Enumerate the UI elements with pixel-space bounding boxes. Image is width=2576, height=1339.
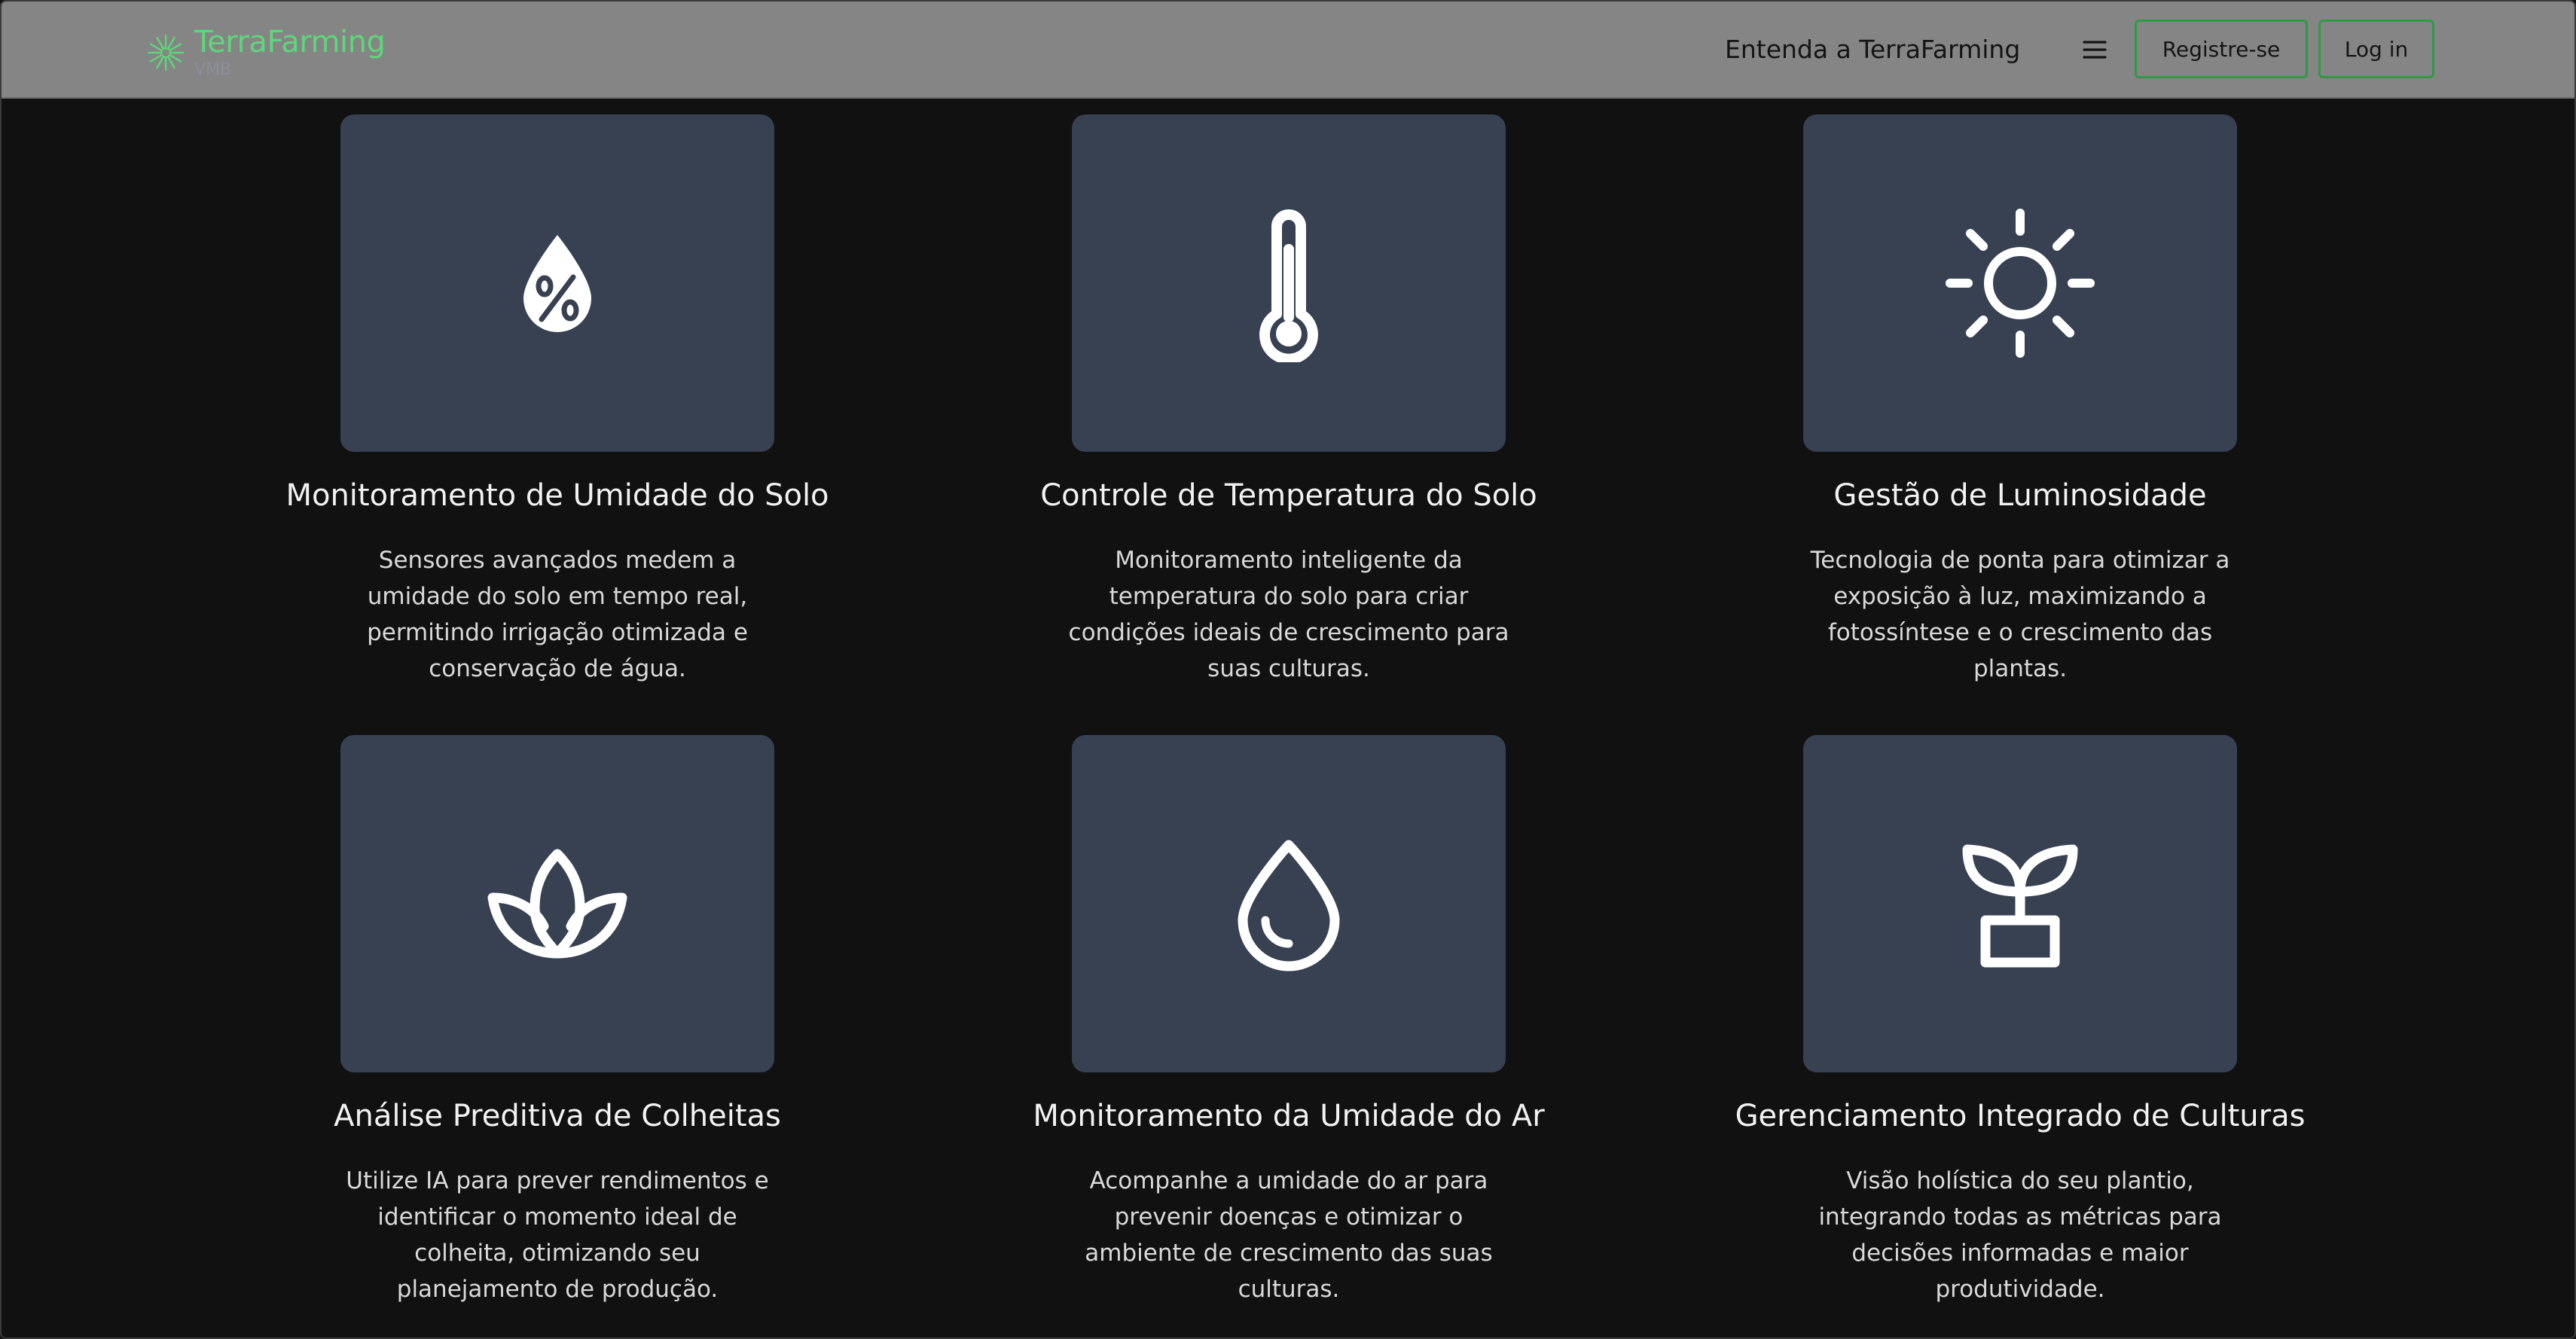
feature-description-line: identificar o momento ideal de [377,1203,737,1231]
feature-description-line: umidade do solo em tempo real, [367,583,748,610]
feature-title: Análise Preditiva de Colheitas [334,1099,781,1133]
percent-drop-icon [523,235,591,332]
feature-description-line: produtividade. [1935,1276,2105,1303]
register-button[interactable]: Registre-se [2135,20,2308,78]
feature-card-tile-crop-management [1803,735,2237,1072]
feature-description-line: temperatura do solo para criar [1109,583,1469,610]
feature-title: Monitoramento da Umidade do Ar [1033,1099,1545,1133]
feature-description-line: Visão holística do seu plantio, [1846,1167,2194,1194]
brand-logo-link[interactable]: TerraFarming VMB [145,23,386,80]
feature-description-line: suas culturas. [1207,655,1370,682]
feature-description-line: plantas. [1973,655,2068,682]
feature-title: Gerenciamento Integrado de Culturas [1735,1099,2306,1133]
hamburger-menu-icon[interactable] [2082,38,2107,62]
feature-card-tile-harvest-prediction [340,735,774,1072]
feature-description: Monitoramento inteligente da temperatura… [1063,542,1515,687]
feature-card-tile-luminosity [1803,114,2237,452]
feature-description-line: planejamento de produção. [396,1276,719,1303]
login-button[interactable]: Log in [2318,20,2434,78]
logo-icon [147,34,185,72]
feature-description-line: condições ideais de crescimento para [1068,619,1509,646]
feature-title: Controle de Temperatura do Solo [1040,478,1537,513]
feature-description-line: decisões informadas e maior [1851,1240,2189,1267]
feature-description-line: prevenir doenças e otimizar o [1114,1203,1463,1231]
feature-description-line: ambiente de crescimento das suas [1085,1240,1493,1267]
feature-description-line: Utilize IA para prever rendimentos e [346,1167,769,1194]
feature-title: Monitoramento de Umidade do Solo [285,478,829,513]
sun-icon [1946,209,2095,358]
feature-description: Utilize IA para prever rendimentos e ide… [331,1163,783,1307]
feature-description-line: fotossíntese e o crescimento das [1827,619,2213,646]
brand-title: TerraFarming [194,25,386,59]
feature-description: Tecnologia de ponta para otimizar a expo… [1794,542,2246,687]
lotus-icon [487,849,627,959]
nav-link-about[interactable]: Entenda a TerraFarming [1725,33,2020,66]
feature-card-tile-soil-temperature [1072,114,1506,452]
feature-description: Sensores avançados medem a umidade do so… [331,542,783,687]
feature-description-line: colheita, otimizando seu [414,1240,700,1267]
brand-subtitle: VMB [194,60,232,79]
feature-description-line: Acompanhe a umidade do ar para [1089,1167,1488,1194]
browser-viewport: TerraFarming VMB Entenda a TerraFarming … [0,0,2576,1339]
droplet-icon [1238,840,1340,971]
potted-plant-icon [1962,844,2078,968]
feature-description-line: Sensores avançados medem a [378,547,737,574]
feature-description-line: integrando todas as métricas para [1818,1203,2222,1231]
feature-description-line: Monitoramento inteligente da [1115,547,1463,574]
feature-card-tile-soil-moisture [340,114,774,452]
thermometer-icon [1259,209,1318,362]
feature-title: Gestão de Luminosidade [1833,478,2207,513]
feature-description-line: permitindo irrigação otimizada e [367,619,748,646]
feature-description-line: conservação de água. [429,655,686,682]
feature-description: Acompanhe a umidade do ar para prevenir … [1063,1163,1515,1307]
feature-card-tile-air-humidity [1072,735,1506,1072]
feature-description-line: Tecnologia de ponta para otimizar a [1810,547,2230,574]
feature-description-line: exposição à luz, maximizando a [1833,583,2207,610]
site-header: TerraFarming VMB Entenda a TerraFarming … [2,2,2574,99]
feature-description-line: culturas. [1238,1276,1340,1303]
feature-description: Visão holística do seu plantio, integran… [1794,1163,2246,1307]
